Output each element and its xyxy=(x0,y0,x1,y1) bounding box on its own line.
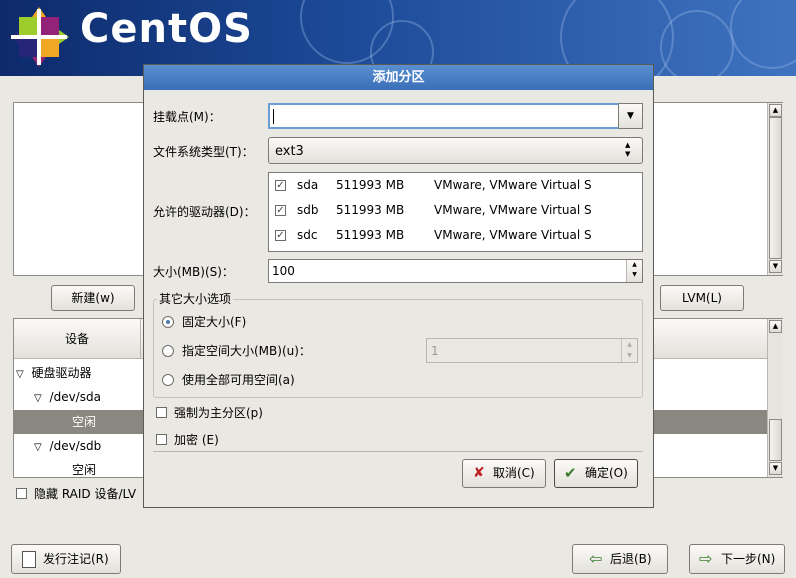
scroll-up-arrow-icon[interactable]: ▲ xyxy=(769,104,782,117)
radio-fill-up-to[interactable]: 指定空间大小(MB)(u)： xyxy=(162,343,362,359)
checkbox-checked-icon[interactable]: ✓ xyxy=(275,180,286,191)
hide-raid-checkbox[interactable]: 隐藏 RAID 设备/LV xyxy=(16,486,146,502)
tree-label: /dev/sda xyxy=(49,390,101,404)
expander-down-icon: ▽ xyxy=(16,369,24,380)
radio-button[interactable] xyxy=(162,374,174,386)
drive-row-sdc[interactable]: ✓ sdc 511993 MB VMware, VMware Virtual S xyxy=(269,223,642,248)
size-spinbox[interactable]: 100 ▲ ▼ xyxy=(268,259,643,283)
drive-row-sda[interactable]: ✓ sda 511993 MB VMware, VMware Virtual S xyxy=(269,173,642,198)
centos-wordmark: CentOS xyxy=(80,6,253,52)
radio-button[interactable] xyxy=(162,345,174,357)
dialog-title: 添加分区 xyxy=(144,65,653,90)
device-column-header[interactable]: 设备 xyxy=(14,319,141,359)
add-partition-dialog: 添加分区 挂载点(M)： ▼ 文件系统类型(T)： ext3 ▲ ▼ 允许的驱动器… xyxy=(143,64,654,508)
encrypt-checkbox[interactable]: 加密 (E) xyxy=(156,432,356,448)
spin-down-icon[interactable]: ▼ xyxy=(632,271,637,278)
chevron-down-icon: ▼ xyxy=(627,111,634,121)
drive-row-sdb[interactable]: ✓ sdb 511993 MB VMware, VMware Virtual S xyxy=(269,198,642,223)
document-icon xyxy=(22,551,36,568)
back-label: 后退(B) xyxy=(610,552,652,566)
cancel-button[interactable]: ✘ 取消(C) xyxy=(462,459,546,488)
dialog-separator xyxy=(153,451,643,452)
device-header-label: 设备 xyxy=(64,332,89,346)
new-partition-button[interactable]: 新建(w) xyxy=(51,285,135,311)
encrypt-label: 加密 (E) xyxy=(174,433,219,447)
fs-type-select[interactable]: ext3 ▲ ▼ xyxy=(268,137,643,164)
checkbox-checked-icon[interactable]: ✓ xyxy=(275,230,286,241)
fs-type-value: ext3 xyxy=(275,144,304,159)
centos-logo-icon xyxy=(9,7,69,67)
mount-point-dropdown-button[interactable]: ▼ xyxy=(618,103,643,129)
cancel-x-icon: ✘ xyxy=(473,465,485,481)
other-size-options-title: 其它大小选项 xyxy=(157,291,234,307)
ok-button[interactable]: ✔ 确定(O) xyxy=(554,459,638,488)
mount-point-input[interactable]: ▼ xyxy=(268,103,643,129)
hide-raid-label: 隐藏 RAID 设备/LV xyxy=(34,487,137,501)
lvm-button-label: LVM(L) xyxy=(682,291,722,305)
scroll-up-arrow-icon[interactable]: ▲ xyxy=(769,320,782,333)
text-cursor xyxy=(273,109,274,124)
drive-name: sdc xyxy=(297,228,318,242)
ok-label: 确定(O) xyxy=(585,466,628,480)
up-to-value: 1 xyxy=(431,344,439,358)
drive-model: VMware, VMware Virtual S xyxy=(434,178,592,192)
checkbox-box[interactable] xyxy=(16,488,27,499)
expander-down-icon: ▽ xyxy=(34,442,42,453)
spin-up-icon[interactable]: ▲ xyxy=(632,261,637,268)
cancel-label: 取消(C) xyxy=(493,466,535,480)
fixed-size-label: 固定大小(F) xyxy=(182,315,247,329)
tree-label: 空闲 xyxy=(72,463,97,477)
scroll-down-arrow-icon[interactable]: ▼ xyxy=(769,260,782,273)
size-value: 100 xyxy=(272,264,295,278)
ok-checkmark-icon: ✔ xyxy=(564,464,577,482)
drive-name: sdb xyxy=(297,203,319,217)
checkbox-box[interactable] xyxy=(156,407,167,418)
expander-down-icon: ▽ xyxy=(34,393,42,404)
fill-max-label: 使用全部可用空间(a) xyxy=(182,373,295,387)
spin-buttons[interactable]: ▲ ▼ xyxy=(626,260,642,282)
spin-buttons-disabled: ▲ ▼ xyxy=(621,339,637,362)
tree-label: 硬盘驱动器 xyxy=(31,366,92,380)
release-notes-label: 发行注记(R) xyxy=(43,552,109,566)
drive-name: sda xyxy=(297,178,319,192)
updown-arrows-icon: ▲ ▼ xyxy=(625,141,631,158)
radio-button[interactable] xyxy=(162,316,174,328)
next-button[interactable]: ⇨ 下一步(N) xyxy=(689,544,785,574)
scroll-down-arrow-icon[interactable]: ▼ xyxy=(769,462,782,475)
drive-model: VMware, VMware Virtual S xyxy=(434,228,592,242)
drive-size: 511993 MB xyxy=(336,203,405,217)
tree-label: /dev/sdb xyxy=(49,439,102,453)
drives-label: 允许的驱动器(D)： xyxy=(153,205,256,219)
tree-label: 空闲 xyxy=(72,415,97,429)
back-arrow-icon: ⇦ xyxy=(589,549,603,568)
graph-scrollbar[interactable]: ▲ ▼ xyxy=(767,103,783,275)
new-button-label: 新建(w) xyxy=(71,291,115,305)
back-button[interactable]: ⇦ 后退(B) xyxy=(572,544,668,574)
radio-fill-max[interactable]: 使用全部可用空间(a) xyxy=(162,372,362,388)
next-arrow-icon: ⇨ xyxy=(699,549,713,568)
size-label: 大小(MB)(S)： xyxy=(153,265,234,279)
up-to-spinbox-disabled[interactable]: 1 ▲ ▼ xyxy=(426,338,638,363)
force-primary-checkbox[interactable]: 强制为主分区(p) xyxy=(156,405,356,421)
mount-point-label: 挂载点(M)： xyxy=(153,110,221,124)
force-primary-label: 强制为主分区(p) xyxy=(174,406,263,420)
drive-size: 511993 MB xyxy=(336,178,405,192)
tree-scrollbar[interactable]: ▲ ▼ xyxy=(767,319,783,477)
radio-fixed-size[interactable]: 固定大小(F) xyxy=(162,314,362,330)
checkbox-checked-icon[interactable]: ✓ xyxy=(275,205,286,216)
fs-type-label: 文件系统类型(T)： xyxy=(153,145,254,159)
next-label: 下一步(N) xyxy=(721,552,776,566)
checkbox-box[interactable] xyxy=(156,434,167,445)
fill-up-to-label: 指定空间大小(MB)(u)： xyxy=(182,344,311,358)
drives-list[interactable]: ✓ sda 511993 MB VMware, VMware Virtual S… xyxy=(268,172,643,252)
lvm-button[interactable]: LVM(L) xyxy=(660,285,744,311)
scroll-thumb[interactable] xyxy=(769,419,782,461)
release-notes-button[interactable]: 发行注记(R) xyxy=(11,544,121,574)
scroll-thumb[interactable] xyxy=(769,117,782,259)
drive-model: VMware, VMware Virtual S xyxy=(434,203,592,217)
drive-size: 511993 MB xyxy=(336,228,405,242)
